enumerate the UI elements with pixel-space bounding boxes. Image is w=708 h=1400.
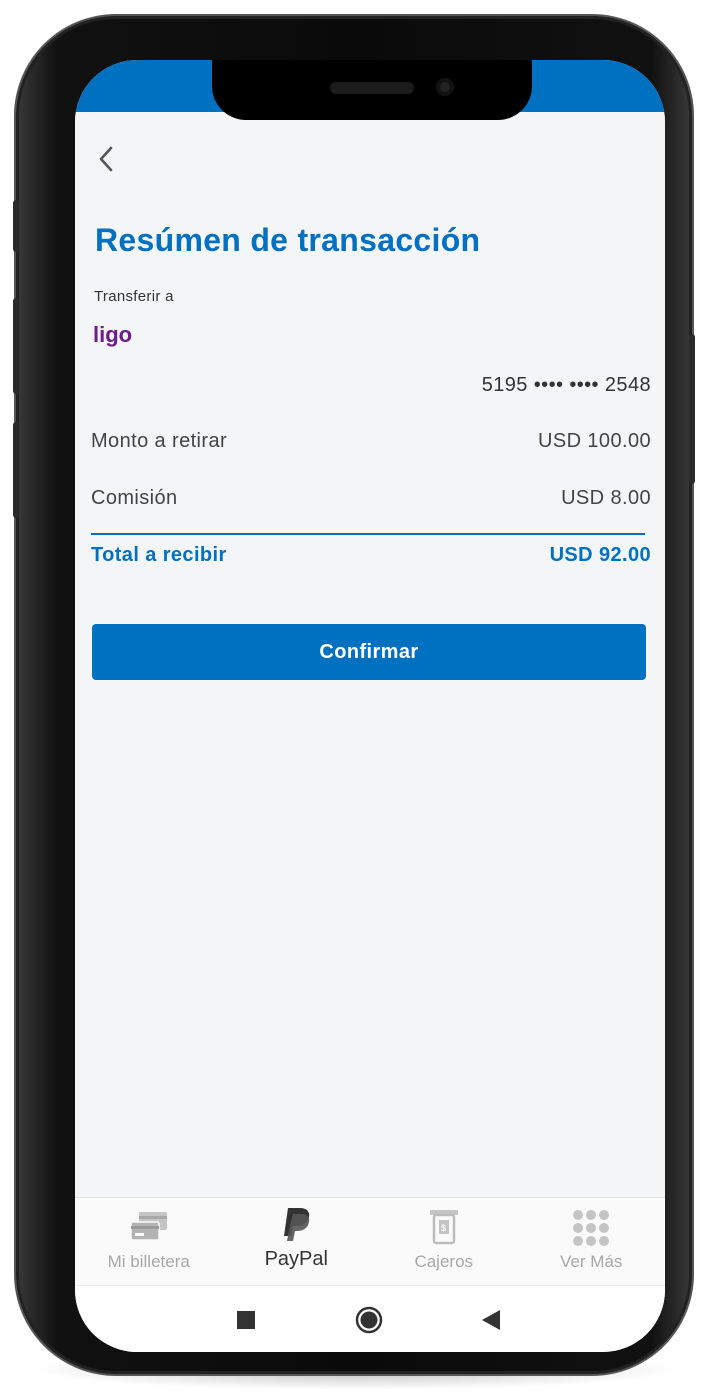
grid-dots-icon (573, 1210, 610, 1246)
tab-mi-billetera[interactable]: Mi billetera (75, 1198, 223, 1286)
paypal-icon (284, 1208, 310, 1241)
bottom-tab-bar: Mi billetera PayPal $ Cajeros Ver Más (75, 1197, 665, 1286)
total-label: Total a recibir (91, 544, 227, 566)
android-navigation-bar (75, 1285, 665, 1352)
phone-frame: Resúmen de transacción Transferir a ligo… (13, 16, 695, 1374)
withdraw-amount-value: USD 100.00 (538, 430, 651, 452)
svg-text:$: $ (441, 1223, 446, 1233)
back-triangle-icon[interactable] (480, 1309, 502, 1331)
back-arrow-icon[interactable] (95, 144, 119, 174)
home-circle-icon[interactable] (355, 1306, 383, 1334)
transaction-summary-screen: Resúmen de transacción Transferir a ligo… (75, 112, 665, 1197)
wallet-cards-icon (130, 1212, 167, 1241)
transfer-to-label: Transferir a (94, 288, 174, 305)
tab-label: PayPal (264, 1248, 328, 1270)
front-camera (436, 78, 454, 96)
summary-divider (91, 533, 645, 535)
tab-label: Ver Más (560, 1252, 623, 1271)
withdraw-amount-label: Monto a retirar (91, 430, 228, 452)
speaker (330, 82, 414, 94)
volume-down-button (13, 422, 19, 518)
card-number: 5195 •••• •••• 2548 (481, 374, 651, 396)
screen: Resúmen de transacción Transferir a ligo… (75, 60, 665, 1352)
tab-label: Cajeros (414, 1252, 474, 1271)
total-value: USD 92.00 (549, 544, 651, 566)
fee-label: Comisión (91, 487, 178, 509)
page-title: Resúmen de transacción (95, 222, 481, 258)
fee-value: USD 8.00 (561, 487, 651, 509)
volume-up-button (13, 298, 19, 394)
tab-cajeros[interactable]: $ Cajeros (370, 1198, 518, 1286)
tab-label: Mi billetera (107, 1252, 190, 1271)
recents-square-icon[interactable] (236, 1310, 256, 1330)
confirm-button[interactable]: Confirmar (92, 624, 646, 680)
notch (212, 60, 532, 120)
tab-ver-mas[interactable]: Ver Más (518, 1198, 666, 1286)
tab-paypal[interactable]: PayPal (223, 1198, 371, 1286)
atm-icon: $ (429, 1210, 458, 1245)
silent-switch (13, 200, 19, 252)
power-button (689, 334, 695, 484)
svg-text:ligo: ligo (93, 322, 132, 347)
ligo-logo: ligo (93, 322, 132, 347)
